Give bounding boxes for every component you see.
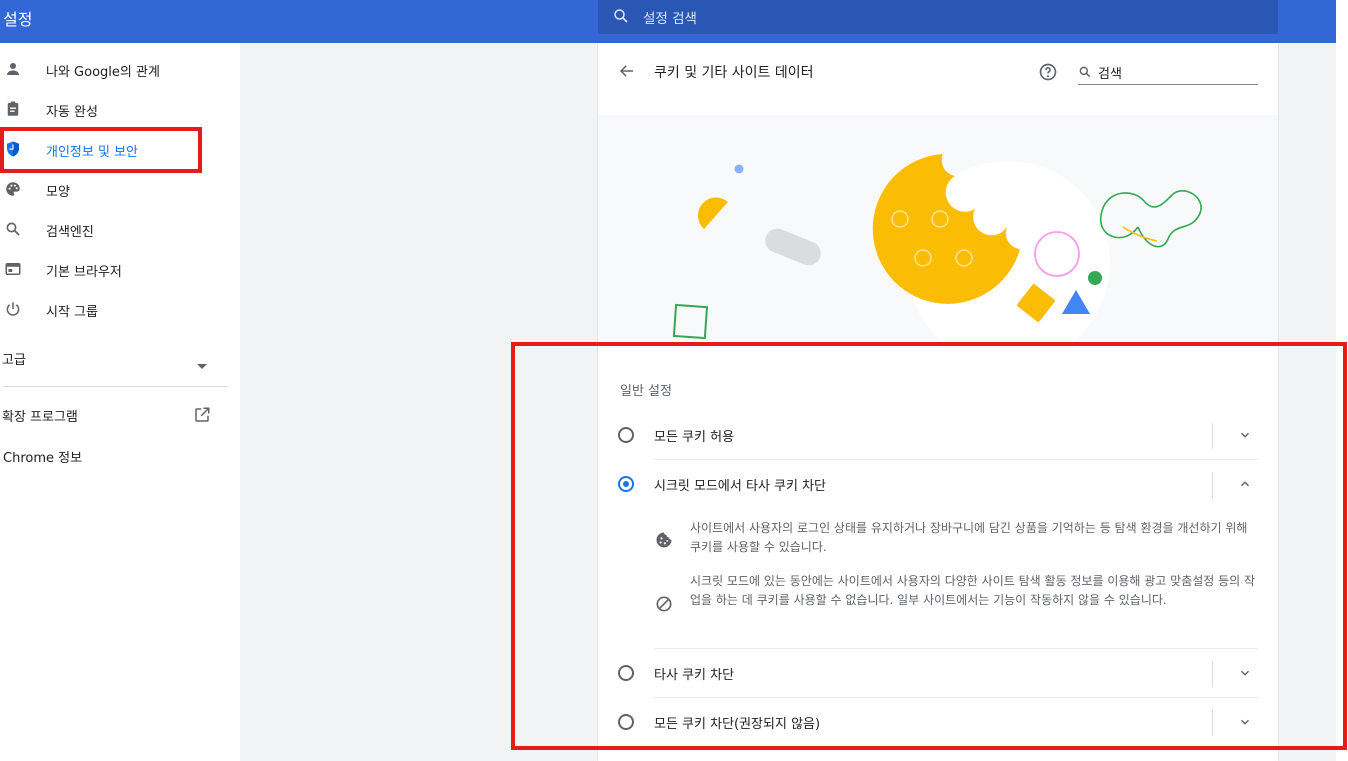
search-icon bbox=[4, 220, 22, 238]
cookie-illustration bbox=[598, 115, 1278, 341]
help-icon[interactable] bbox=[1038, 62, 1058, 86]
cookie-search-field[interactable]: 검색 bbox=[1078, 62, 1258, 85]
sidebar-item-label: 확장 프로그램 bbox=[2, 410, 78, 425]
person-icon bbox=[4, 60, 22, 78]
sidebar-item-label: 검색엔진 bbox=[46, 225, 94, 240]
sidebar-item-label: 시작 그룹 bbox=[46, 305, 98, 320]
sidebar-item-label: 모양 bbox=[46, 185, 70, 200]
sidebar-divider bbox=[3, 386, 228, 387]
palette-icon bbox=[4, 180, 22, 198]
sidebar-highlight-box bbox=[0, 127, 202, 173]
cookie-search-value: 검색 bbox=[1098, 67, 1122, 82]
clipboard-icon bbox=[4, 100, 22, 118]
sidebar-item-on-startup[interactable]: 시작 그룹 bbox=[0, 290, 230, 330]
search-icon bbox=[1078, 64, 1092, 83]
sidebar-advanced-label: 고급 bbox=[2, 353, 26, 368]
sidebar-item-search-engine[interactable]: 검색엔진 bbox=[0, 210, 230, 250]
caret-down-icon bbox=[197, 355, 207, 374]
sidebar-item-label: Chrome 정보 bbox=[3, 451, 83, 466]
page-title: 쿠키 및 기타 사이트 데이터 bbox=[654, 65, 814, 81]
sidebar-item-default-browser[interactable]: 기본 브라우저 bbox=[0, 250, 230, 290]
power-icon bbox=[4, 300, 22, 318]
browser-icon bbox=[4, 260, 22, 278]
sidebar-item-label: 자동 완성 bbox=[46, 105, 98, 120]
sidebar-item-label: 나와 Google의 관계 bbox=[46, 65, 160, 80]
sidebar-item-autofill[interactable]: 자동 완성 bbox=[0, 90, 230, 130]
general-settings-highlight-box bbox=[511, 342, 1347, 750]
settings-search-box[interactable]: 설정 검색 bbox=[598, 0, 1278, 34]
settings-search-placeholder: 설정 검색 bbox=[643, 11, 697, 27]
sidebar-item-label: 기본 브라우저 bbox=[46, 265, 122, 280]
open-in-new-icon bbox=[193, 406, 211, 428]
sidebar-item-appearance[interactable]: 모양 bbox=[0, 170, 230, 210]
sidebar-item-extensions[interactable]: 확장 프로그램 bbox=[0, 395, 228, 431]
sidebar-item-you-and-google[interactable]: 나와 Google의 관계 bbox=[0, 50, 230, 90]
search-icon bbox=[612, 7, 630, 29]
card-header: 쿠키 및 기타 사이트 데이터 검색 bbox=[598, 43, 1278, 115]
back-arrow-icon[interactable] bbox=[618, 62, 636, 84]
sidebar-item-about-chrome[interactable]: Chrome 정보 bbox=[0, 435, 228, 471]
app-title: 설정 bbox=[3, 10, 33, 29]
sidebar-advanced-toggle[interactable]: 고급 bbox=[0, 343, 228, 383]
top-toolbar: 설정 설정 검색 bbox=[0, 0, 1336, 43]
